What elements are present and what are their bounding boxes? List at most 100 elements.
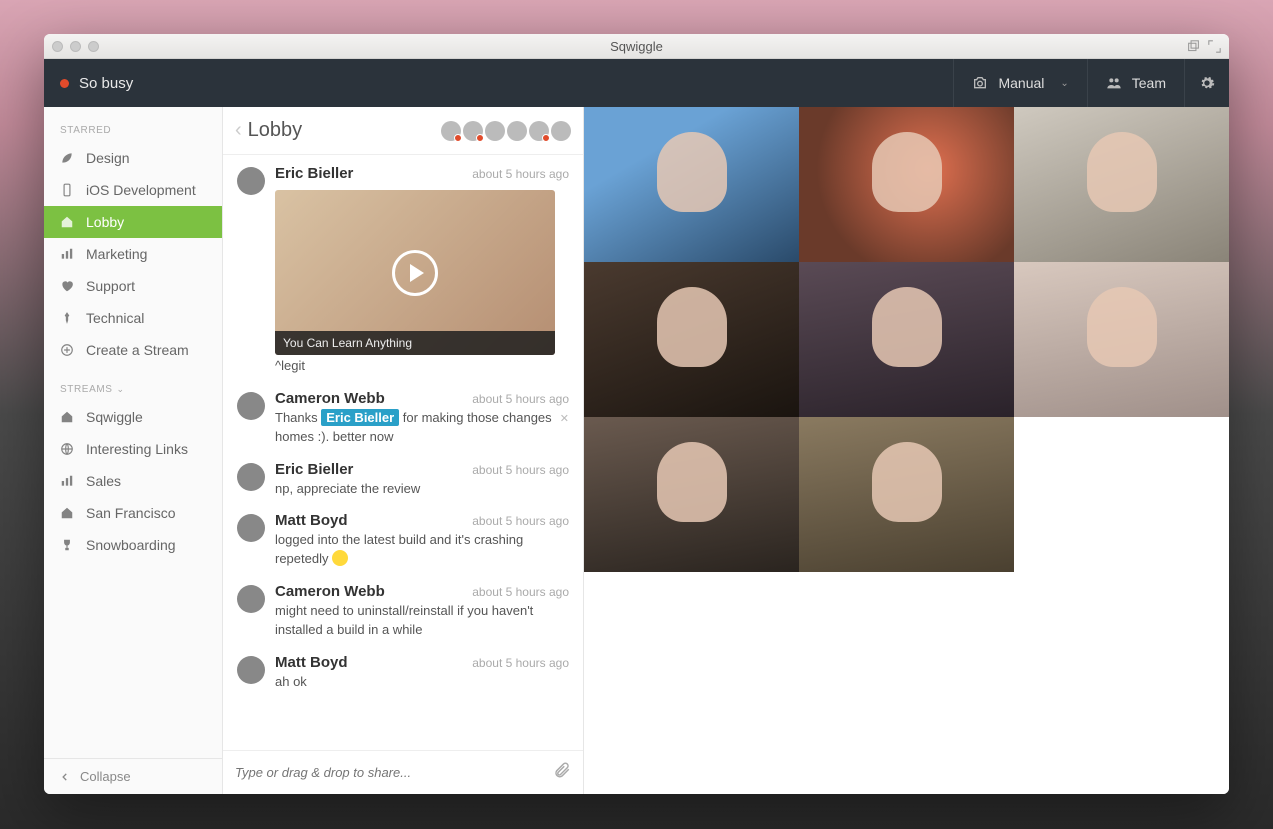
message: ✕ Cameron Webbabout 5 hours ago Thanks E… — [237, 390, 569, 447]
gear-icon — [1199, 75, 1215, 91]
video-tile[interactable] — [584, 417, 799, 572]
collapse-label: Collapse — [80, 769, 131, 784]
camera-mode-dropdown[interactable]: Manual ⌄ — [953, 59, 1086, 107]
video-tile[interactable] — [584, 107, 799, 262]
team-icon — [1106, 75, 1122, 91]
plus-circle-icon — [60, 343, 74, 357]
sidebar-item-lobby[interactable]: Lobby — [44, 206, 222, 238]
video-grid — [584, 107, 1229, 794]
chevron-down-icon: ⌄ — [117, 384, 125, 395]
video-tile[interactable] — [1014, 107, 1229, 262]
avatar[interactable] — [237, 463, 265, 491]
sidebar-group-streams[interactable]: STREAMS ⌄ — [44, 366, 222, 401]
video-tile[interactable] — [799, 262, 1014, 417]
team-button[interactable]: Team — [1087, 59, 1184, 107]
sidebar-item-technical[interactable]: Technical — [44, 302, 222, 334]
message-text: Thanks Eric Bieller for making those cha… — [275, 409, 569, 447]
play-icon[interactable] — [392, 250, 438, 296]
messages-list[interactable]: Eric Bieller about 5 hours ago You Can Le… — [223, 155, 583, 750]
message-author: Cameron Webb — [275, 583, 385, 600]
sidebar-item-label: Technical — [86, 310, 144, 326]
sidebar-item-snowboarding[interactable]: Snowboarding — [44, 529, 222, 561]
sidebar-item-label: Sqwiggle — [86, 409, 143, 425]
avatar[interactable] — [237, 514, 265, 542]
phone-icon — [60, 183, 74, 197]
message-author: Matt Boyd — [275, 654, 348, 671]
pin-icon — [60, 311, 74, 325]
status-dot-icon — [60, 79, 69, 88]
message-time: about 5 hours ago — [472, 656, 569, 670]
sidebar: STARRED Design iOS Development Lobby Mar… — [44, 107, 223, 794]
back-button[interactable]: ‹ — [235, 119, 242, 142]
avatar[interactable] — [463, 121, 483, 141]
message-author: Eric Bieller — [275, 461, 353, 478]
globe-icon — [60, 442, 74, 456]
settings-button[interactable] — [1184, 59, 1229, 107]
app-window: Sqwiggle So busy Manual ⌄ Team — [44, 34, 1229, 794]
dismiss-icon[interactable]: ✕ — [560, 412, 569, 425]
avatar[interactable] — [237, 167, 265, 195]
sidebar-item-design[interactable]: Design — [44, 142, 222, 174]
message-text: ah ok — [275, 673, 569, 692]
chevron-left-icon — [60, 772, 70, 782]
compose-input[interactable] — [235, 765, 545, 780]
message: Matt Boyd about 5 hours ago ah ok — [237, 654, 569, 692]
video-tile[interactable] — [799, 417, 1014, 572]
avatar[interactable] — [237, 392, 265, 420]
team-label: Team — [1132, 75, 1166, 91]
participant-avatars[interactable] — [441, 121, 571, 141]
trophy-icon — [60, 538, 74, 552]
sidebar-item-marketing[interactable]: Marketing — [44, 238, 222, 270]
status-text: So busy — [79, 75, 133, 92]
video-tile[interactable] — [1014, 262, 1229, 417]
avatar[interactable] — [237, 585, 265, 613]
sidebar-item-links[interactable]: Interesting Links — [44, 433, 222, 465]
collapse-button[interactable]: Collapse — [44, 758, 222, 794]
message: Cameron Webbabout 5 hours ago might need… — [237, 583, 569, 640]
sidebar-item-create-stream[interactable]: Create a Stream — [44, 334, 222, 366]
video-tile[interactable] — [799, 107, 1014, 262]
sidebar-item-sales[interactable]: Sales — [44, 465, 222, 497]
avatar[interactable] — [237, 656, 265, 684]
message-time: about 5 hours ago — [472, 392, 569, 406]
message-time: about 5 hours ago — [472, 514, 569, 528]
avatar[interactable] — [485, 121, 505, 141]
video-tile[interactable] — [584, 262, 799, 417]
main-area: ‹ Lobby E — [223, 107, 1229, 794]
message-author: Eric Bieller — [275, 165, 353, 182]
video-attachment[interactable]: You Can Learn Anything — [275, 190, 555, 355]
chat-header: ‹ Lobby — [223, 107, 583, 155]
bars-icon — [60, 247, 74, 261]
chevron-down-icon: ⌄ — [1060, 78, 1068, 89]
sidebar-item-ios[interactable]: iOS Development — [44, 174, 222, 206]
sidebar-item-label: Lobby — [86, 214, 124, 230]
home-icon — [60, 215, 74, 229]
sidebar-item-label: Sales — [86, 473, 121, 489]
heart-icon — [60, 279, 74, 293]
home-icon — [60, 506, 74, 520]
avatar[interactable] — [529, 121, 549, 141]
titlebar: Sqwiggle — [44, 34, 1229, 59]
sidebar-item-support[interactable]: Support — [44, 270, 222, 302]
message: Eric Biellerabout 5 hours ago np, apprec… — [237, 461, 569, 499]
sidebar-item-label: Snowboarding — [86, 537, 176, 553]
emoji-icon — [332, 550, 348, 566]
avatar[interactable] — [441, 121, 461, 141]
sidebar-item-label: Create a Stream — [86, 342, 189, 358]
message-text: logged into the latest build and it's cr… — [275, 531, 569, 569]
attachment-icon[interactable] — [553, 761, 571, 784]
message-time: about 5 hours ago — [472, 167, 569, 181]
room-title: Lobby — [248, 119, 303, 142]
leaf-icon — [60, 151, 74, 165]
bars-icon — [60, 474, 74, 488]
message: Matt Boydabout 5 hours ago logged into t… — [237, 512, 569, 569]
message-text: ^legit — [275, 357, 569, 376]
message-time: about 5 hours ago — [472, 463, 569, 477]
sidebar-item-sf[interactable]: San Francisco — [44, 497, 222, 529]
mention[interactable]: Eric Bieller — [321, 409, 399, 426]
sidebar-item-label: Interesting Links — [86, 441, 188, 457]
avatar[interactable] — [507, 121, 527, 141]
sidebar-item-sqwiggle[interactable]: Sqwiggle — [44, 401, 222, 433]
status-area[interactable]: So busy — [44, 75, 133, 92]
avatar[interactable] — [551, 121, 571, 141]
